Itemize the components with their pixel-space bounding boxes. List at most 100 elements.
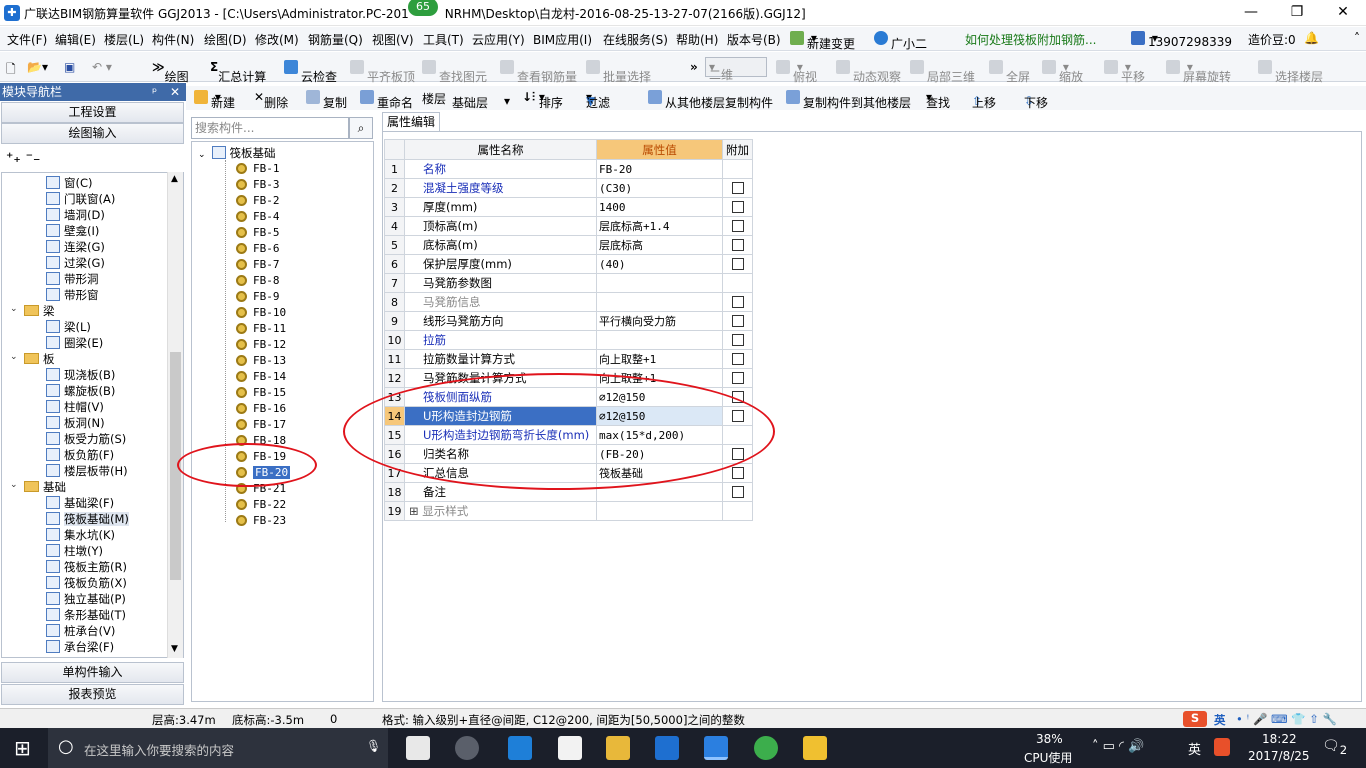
search-icon[interactable]: ⌕ bbox=[349, 117, 373, 139]
property-row[interactable]: 1 名称 FB-20 bbox=[384, 159, 753, 179]
extra-checkbox[interactable] bbox=[731, 486, 744, 498]
nav-group[interactable]: ⌄ 梁 bbox=[10, 303, 55, 319]
open-file-icon[interactable]: 📂▾ bbox=[27, 60, 48, 74]
single-input-button[interactable]: 单构件输入 bbox=[1, 662, 184, 683]
find-element-button[interactable]: 查找图元 bbox=[422, 60, 487, 84]
property-row[interactable]: 5 底标高(m) 层底标高 bbox=[384, 235, 753, 255]
extra-checkbox[interactable] bbox=[731, 372, 744, 384]
green-app-icon[interactable] bbox=[754, 736, 778, 760]
pan-button[interactable]: 平移 ▾ bbox=[1104, 60, 1145, 84]
nav-item[interactable]: 楼层板带(H) bbox=[46, 463, 128, 479]
rename-button[interactable]: 重命名 bbox=[360, 90, 413, 110]
minimize-button[interactable]: — bbox=[1228, 0, 1274, 26]
property-value[interactable]: 1400 bbox=[596, 197, 723, 217]
property-row[interactable]: 7 马凳筋参数图 bbox=[384, 273, 753, 293]
bell-icon[interactable]: 🔔 bbox=[1304, 31, 1319, 45]
tree-item[interactable]: FB-11 bbox=[236, 322, 286, 335]
toolbar-overflow[interactable]: » bbox=[690, 60, 698, 74]
property-value[interactable]: FB-20 bbox=[596, 159, 723, 179]
nav-item[interactable]: 带形窗 bbox=[46, 287, 99, 303]
sum-calc-button[interactable]: Σ 汇总计算 bbox=[210, 60, 266, 84]
property-row[interactable]: 4 顶标高(m) 层底标高+1.4 bbox=[384, 216, 753, 236]
store-icon[interactable] bbox=[558, 736, 582, 760]
extra-checkbox[interactable] bbox=[731, 467, 744, 479]
report-preview-button[interactable]: 报表预览 bbox=[1, 684, 184, 705]
property-value[interactable]: 层底标高+1.4 bbox=[596, 216, 723, 236]
pinwheel-app-icon[interactable] bbox=[406, 736, 430, 760]
menu-bim[interactable]: BIM应用(I) bbox=[533, 31, 592, 48]
tab-property-edit[interactable]: 属性编辑 bbox=[382, 112, 440, 132]
fullscreen-button[interactable]: 全屏 bbox=[989, 60, 1030, 84]
menu-help[interactable]: 帮助(H) bbox=[676, 31, 718, 48]
file-explorer-icon[interactable] bbox=[606, 736, 630, 760]
expand-collapse-icons[interactable]: ⁺₊ ⁻₋ bbox=[6, 150, 40, 166]
cost-beans[interactable]: 造价豆:0 bbox=[1248, 31, 1296, 48]
menu-collapse-icon[interactable]: ˄ bbox=[1354, 31, 1360, 45]
property-value[interactable] bbox=[596, 292, 723, 312]
nav-item[interactable]: 柱帽(V) bbox=[46, 399, 104, 415]
undo-icon[interactable]: ↶ ▾ bbox=[92, 60, 112, 74]
property-value[interactable] bbox=[596, 330, 723, 350]
new-component-button[interactable]: 新建 ▾ bbox=[194, 90, 235, 110]
copy-button[interactable]: 复制 bbox=[306, 90, 347, 110]
extra-checkbox[interactable] bbox=[731, 220, 744, 232]
menu-online[interactable]: 在线服务(S) bbox=[603, 31, 668, 48]
help-article-link[interactable]: 如何处理筏板附加钢筋... bbox=[965, 31, 1096, 48]
zoom-button[interactable]: 缩放 ▾ bbox=[1042, 60, 1083, 84]
nav-close-icon[interactable]: ✕ bbox=[170, 83, 180, 101]
tree-item[interactable]: FB-16 bbox=[236, 402, 286, 415]
property-value[interactable]: 层底标高 bbox=[596, 235, 723, 255]
sogou-ime-icon[interactable]: S bbox=[1183, 711, 1207, 727]
nav-item[interactable]: 桩承台(V) bbox=[46, 623, 115, 639]
view-mode-select[interactable]: 二维 ▾ bbox=[705, 57, 767, 82]
tray-ime[interactable]: 英 bbox=[1188, 739, 1201, 758]
tree-item[interactable]: FB-10 bbox=[236, 306, 286, 319]
property-row[interactable]: 19 ⊞ 显示样式 bbox=[384, 501, 753, 521]
menu-draw[interactable]: 绘图(D) bbox=[204, 31, 247, 48]
menu-tools[interactable]: 工具(T) bbox=[423, 31, 464, 48]
select-floor-button[interactable]: 选择楼层 bbox=[1258, 60, 1323, 84]
nav-group[interactable]: ⌄ 板 bbox=[10, 351, 55, 367]
windows-start-icon[interactable]: ⊞ bbox=[14, 736, 31, 760]
property-value[interactable]: 向上取整+1 bbox=[596, 349, 723, 369]
menu-modify[interactable]: 修改(M) bbox=[255, 31, 299, 48]
pin-icon[interactable]: ᵖ bbox=[152, 83, 157, 101]
ggj-app-icon[interactable] bbox=[704, 736, 728, 760]
nav-item[interactable]: 带形洞 bbox=[46, 271, 99, 287]
nav-item[interactable]: 筏板基础(M) bbox=[46, 511, 129, 527]
collapse-arrow-icon[interactable]: ⌄ bbox=[198, 150, 206, 160]
tree-item[interactable]: FB-15 bbox=[236, 386, 286, 399]
tree-item[interactable]: FB-7 bbox=[236, 258, 280, 271]
tree-item[interactable]: FB-22 bbox=[236, 498, 286, 511]
nav-group[interactable]: ⌄ 基础 bbox=[10, 479, 66, 495]
taskbar-search-box[interactable]: ○ 在这里输入你要搜索的内容 🎙 bbox=[48, 728, 388, 768]
flat-top-button[interactable]: 平齐板顶 bbox=[350, 60, 415, 84]
tree-item[interactable]: FB-12 bbox=[236, 338, 286, 351]
nav-item[interactable]: 筏板主筋(R) bbox=[46, 559, 127, 575]
ime-mode[interactable]: 英 bbox=[1214, 712, 1226, 728]
menu-rebar[interactable]: 钢筋量(Q) bbox=[308, 31, 363, 48]
tree-item[interactable]: FB-1 bbox=[236, 162, 280, 175]
property-value[interactable]: (C30) bbox=[596, 178, 723, 198]
clock-time[interactable]: 18:22 bbox=[1262, 732, 1297, 746]
property-value[interactable]: 平行横向受力筋 bbox=[596, 311, 723, 331]
property-value[interactable] bbox=[596, 273, 723, 293]
nav-item[interactable]: 柱墩(Y) bbox=[46, 543, 103, 559]
extra-checkbox[interactable] bbox=[731, 296, 744, 308]
nav-item[interactable]: 窗(C) bbox=[46, 175, 93, 191]
browser-swirl-icon[interactable] bbox=[455, 736, 479, 760]
glodon-g-icon[interactable] bbox=[655, 736, 679, 760]
tray-icons[interactable]: ˄ ▭ ◜ 🔊 bbox=[1092, 739, 1144, 754]
sort-button[interactable]: ↓⫶ 排序 ▾ bbox=[522, 90, 563, 110]
nav-item[interactable]: 板受力筋(S) bbox=[46, 431, 126, 447]
nav-item[interactable]: 基础梁(F) bbox=[46, 495, 114, 511]
nav-item[interactable]: 螺旋板(B) bbox=[46, 383, 115, 399]
restore-button[interactable]: ❐ bbox=[1274, 0, 1320, 26]
extra-checkbox[interactable] bbox=[731, 239, 744, 251]
tree-item[interactable]: FB-6 bbox=[236, 242, 280, 255]
component-search-input[interactable]: 搜索构件... bbox=[191, 117, 349, 139]
extra-checkbox[interactable] bbox=[731, 258, 744, 270]
menu-floor[interactable]: 楼层(L) bbox=[104, 31, 144, 48]
tree-item[interactable]: FB-13 bbox=[236, 354, 286, 367]
menu-file[interactable]: 文件(F) bbox=[7, 31, 47, 48]
